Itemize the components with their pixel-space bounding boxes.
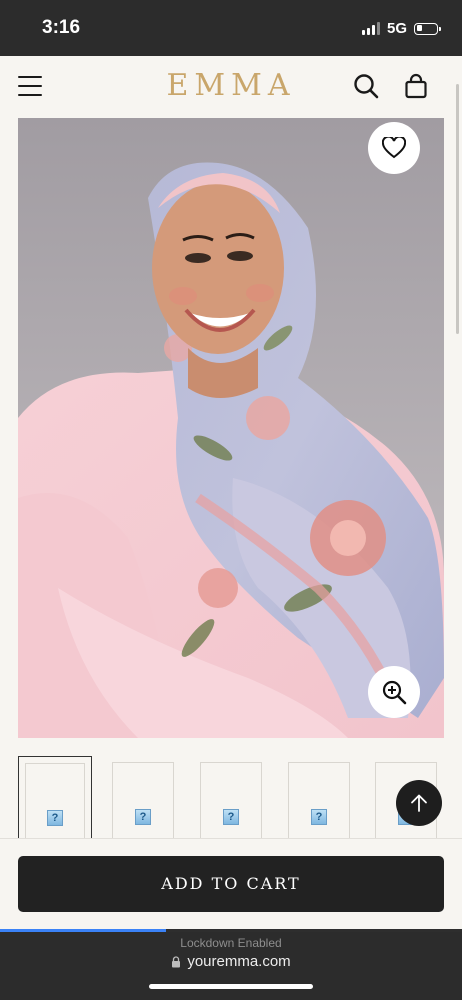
home-indicator[interactable] bbox=[149, 984, 313, 989]
thumbnail-frame: ? bbox=[112, 762, 174, 840]
broken-image-icon: ? bbox=[135, 809, 151, 825]
status-bar: 3:16 5G bbox=[0, 0, 462, 56]
wishlist-button[interactable] bbox=[368, 122, 420, 174]
zoom-in-icon bbox=[382, 680, 407, 705]
broken-image-icon: ? bbox=[311, 809, 327, 825]
status-indicators: 5G bbox=[361, 20, 441, 37]
browser-bottom-bar: Lockdown Enabled youremma.com bbox=[0, 932, 462, 1000]
product-photo bbox=[18, 118, 444, 738]
shopping-bag-icon[interactable] bbox=[402, 72, 430, 100]
heart-icon bbox=[382, 137, 406, 159]
sticky-cart-bar: ADD TO CART bbox=[0, 838, 462, 929]
thumbnail-2[interactable]: ? bbox=[112, 756, 174, 840]
lockdown-status: Lockdown Enabled bbox=[180, 936, 282, 950]
signal-icon bbox=[361, 22, 380, 35]
broken-image-icon: ? bbox=[223, 809, 239, 825]
arrow-up-icon bbox=[411, 794, 427, 812]
thumbnail-frame: ? bbox=[25, 763, 85, 839]
thumbnail-1[interactable]: ? bbox=[18, 756, 92, 840]
add-to-cart-button[interactable]: ADD TO CART bbox=[18, 856, 444, 912]
back-to-top-button[interactable] bbox=[396, 780, 442, 826]
product-page: EMMA ? ? ? ? ADD TO CART bbox=[0, 56, 462, 929]
thumbnail-frame: ? bbox=[288, 762, 350, 840]
url-text: youremma.com bbox=[187, 953, 291, 970]
address-bar[interactable]: youremma.com bbox=[0, 953, 462, 970]
thumbnail-frame: ? bbox=[200, 762, 262, 840]
thumbnail-strip: ? ? ? ? ? bbox=[18, 756, 444, 840]
battery-icon bbox=[414, 22, 441, 35]
site-header: EMMA bbox=[0, 56, 462, 116]
scrollbar[interactable] bbox=[456, 84, 459, 334]
search-icon[interactable] bbox=[352, 72, 380, 100]
thumbnail-3[interactable]: ? bbox=[200, 756, 262, 840]
lock-icon bbox=[172, 955, 181, 967]
status-time: 3:16 bbox=[42, 17, 81, 38]
product-image[interactable] bbox=[18, 118, 444, 738]
thumbnail-4[interactable]: ? bbox=[288, 756, 350, 840]
brand-logo[interactable]: EMMA bbox=[0, 68, 462, 103]
zoom-button[interactable] bbox=[368, 666, 420, 718]
broken-image-icon: ? bbox=[47, 810, 63, 826]
battery-level bbox=[416, 25, 422, 31]
network-label: 5G bbox=[386, 20, 407, 37]
